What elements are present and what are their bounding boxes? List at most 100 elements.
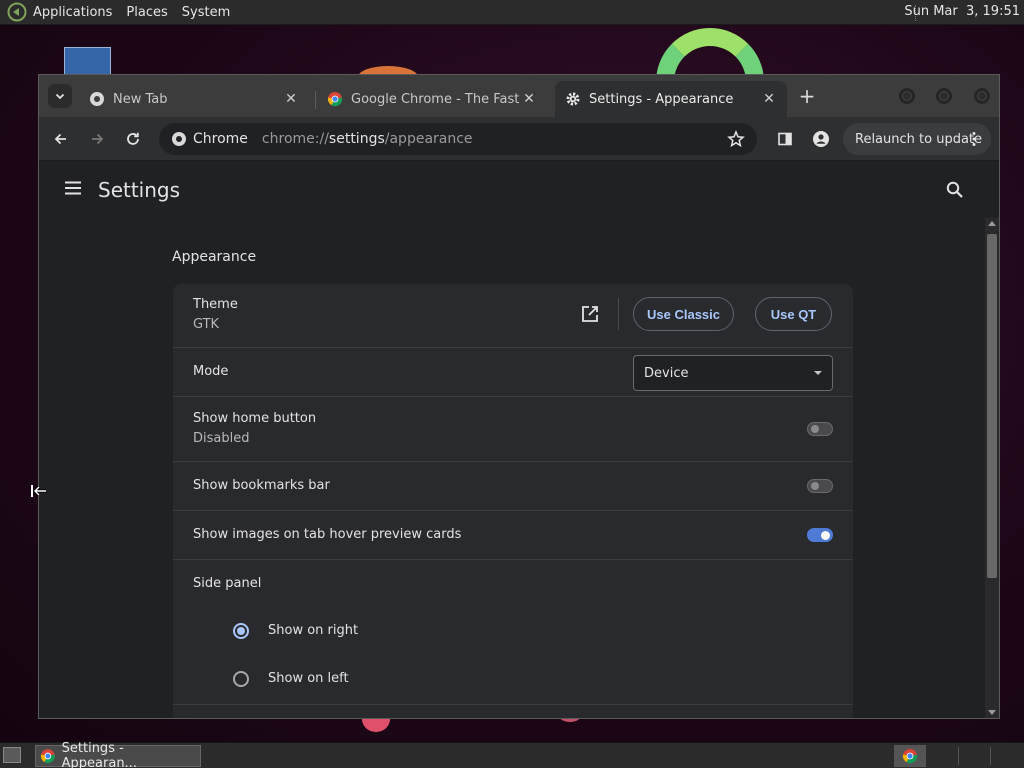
tray-separator bbox=[958, 747, 959, 765]
tab-title: Settings - Appearance bbox=[589, 91, 734, 107]
tab-search-button[interactable] bbox=[48, 84, 72, 108]
side-panel-icon bbox=[778, 132, 792, 146]
toggle-knob bbox=[811, 482, 819, 490]
reload-icon bbox=[127, 132, 139, 145]
scrollbar[interactable] bbox=[985, 218, 999, 718]
home-button-row[interactable]: Show home button Disabled bbox=[173, 397, 853, 462]
radio-label-show-on-right[interactable]: Show on right bbox=[268, 623, 358, 638]
scrollbar-thumb[interactable] bbox=[987, 234, 997, 578]
minimize-button[interactable] bbox=[899, 88, 915, 104]
more-vert-icon[interactable] bbox=[965, 130, 983, 148]
side-panel-row: Side panel Show on right Show on left bbox=[173, 560, 853, 705]
hover-cards-row[interactable]: Show images on tab hover preview cards bbox=[173, 511, 853, 560]
radio-show-on-right[interactable] bbox=[233, 623, 249, 639]
bookmarks-bar-row[interactable]: Show bookmarks bar bbox=[173, 462, 853, 511]
use-classic-button[interactable]: Use Classic bbox=[633, 297, 734, 331]
address-bar[interactable]: Chrome chrome://settings/appearance bbox=[159, 123, 757, 155]
relaunch-to-update-button[interactable]: Relaunch to update bbox=[843, 123, 991, 155]
home-button-status: Disabled bbox=[193, 431, 250, 446]
taskbar-window-button[interactable]: Settings - Appearan... bbox=[35, 741, 201, 768]
close-icon[interactable]: ✕ bbox=[761, 91, 777, 107]
mode-label: Mode bbox=[193, 364, 229, 379]
close-window-button[interactable] bbox=[974, 88, 990, 104]
places-menu[interactable]: Places bbox=[126, 5, 167, 20]
forward-button[interactable] bbox=[85, 127, 109, 151]
maximize-button[interactable] bbox=[936, 88, 952, 104]
radio-label-show-on-left[interactable]: Show on left bbox=[268, 671, 349, 686]
open-in-new-icon[interactable] bbox=[580, 304, 600, 324]
gear-icon bbox=[566, 92, 580, 106]
site-chip[interactable]: Chrome bbox=[159, 123, 262, 155]
tray-chrome-button[interactable] bbox=[894, 745, 926, 767]
url-scheme: chrome:// bbox=[261, 131, 329, 147]
url-host: settings bbox=[328, 131, 385, 147]
browser-window: New Tab ✕ Google Chrome - The Fast & Se … bbox=[38, 74, 1000, 719]
taskbar: Settings - Appearan... bbox=[0, 741, 1024, 768]
arrow-right-icon bbox=[92, 133, 104, 145]
tab-settings-appearance[interactable]: Settings - Appearance ✕ bbox=[555, 81, 787, 117]
section-title: Appearance bbox=[172, 249, 257, 265]
site-chip-label: Chrome bbox=[193, 131, 248, 147]
chrome-icon bbox=[172, 132, 186, 146]
mode-select[interactable]: Device bbox=[633, 355, 833, 391]
caret-down-icon bbox=[814, 371, 822, 375]
tab-title: Google Chrome - The Fast & Se bbox=[351, 91, 521, 107]
chrome-icon bbox=[327, 92, 343, 107]
relaunch-label: Relaunch to update bbox=[855, 131, 983, 147]
gnome-foot-icon[interactable] bbox=[7, 2, 27, 22]
hover-cards-toggle[interactable] bbox=[807, 528, 833, 542]
chrome-icon bbox=[40, 749, 55, 763]
arrow-left-icon bbox=[54, 133, 66, 145]
page-title: Settings bbox=[98, 178, 181, 202]
show-desktop-button[interactable] bbox=[3, 747, 21, 763]
toolbar: Chrome chrome://settings/appearance Rela… bbox=[39, 117, 999, 161]
url-path: /appearance bbox=[384, 131, 473, 147]
scroll-up-arrow[interactable] bbox=[988, 221, 996, 226]
system-menu[interactable]: System bbox=[182, 5, 230, 20]
mode-selected-value: Device bbox=[644, 365, 689, 381]
theme-row: Theme GTK Use Classic Use QT bbox=[173, 284, 853, 348]
toggle-knob bbox=[811, 425, 819, 433]
cursor-resize-icon bbox=[31, 485, 46, 497]
settings-page: Settings Appearance Theme GTK Use Classi… bbox=[39, 162, 999, 718]
radio-show-on-left[interactable] bbox=[233, 671, 249, 687]
hover-cards-label: Show images on tab hover preview cards bbox=[193, 527, 462, 542]
side-panel-button[interactable] bbox=[773, 127, 797, 151]
tray-separator bbox=[990, 747, 991, 765]
close-icon[interactable]: ✕ bbox=[521, 91, 537, 107]
tab-new-tab[interactable]: New Tab ✕ bbox=[79, 81, 309, 117]
theme-value: GTK bbox=[193, 317, 220, 332]
new-tab-button[interactable]: + bbox=[797, 86, 817, 106]
divider bbox=[618, 298, 619, 330]
profile-button[interactable] bbox=[809, 127, 833, 151]
bookmarks-bar-label: Show bookmarks bar bbox=[193, 478, 330, 493]
url-text[interactable]: chrome://settings/appearance bbox=[262, 131, 473, 147]
star-icon[interactable] bbox=[727, 130, 745, 148]
tab-google-chrome[interactable]: Google Chrome - The Fast & Se ✕ bbox=[317, 81, 547, 117]
home-button-label: Show home button bbox=[193, 411, 317, 426]
tab-strip: New Tab ✕ Google Chrome - The Fast & Se … bbox=[39, 75, 999, 117]
mode-row: Mode Device bbox=[173, 348, 853, 397]
chrome-icon bbox=[90, 92, 104, 106]
chevron-down-icon bbox=[55, 93, 65, 100]
use-qt-button[interactable]: Use QT bbox=[755, 297, 832, 331]
bookmarks-bar-toggle[interactable] bbox=[807, 479, 833, 493]
tab-title: New Tab bbox=[113, 91, 168, 107]
tab-separator bbox=[315, 91, 316, 109]
chrome-icon bbox=[902, 749, 918, 764]
back-button[interactable] bbox=[49, 127, 73, 151]
home-button-toggle[interactable] bbox=[807, 422, 833, 436]
reload-button[interactable] bbox=[121, 127, 145, 151]
theme-label: Theme bbox=[193, 297, 238, 312]
menu-icon[interactable] bbox=[63, 178, 83, 198]
close-icon[interactable]: ✕ bbox=[283, 91, 299, 107]
side-panel-label: Side panel bbox=[193, 576, 262, 591]
scroll-down-arrow[interactable] bbox=[988, 710, 996, 715]
top-panel: Applications Places System Sun Mar 3, 19… bbox=[0, 0, 1024, 25]
taskbar-window-label: Settings - Appearan... bbox=[61, 741, 137, 768]
search-icon[interactable] bbox=[945, 180, 965, 200]
clock[interactable]: Sun Mar 3, 19:51 bbox=[904, 4, 1020, 19]
settings-header: Settings bbox=[39, 162, 999, 218]
applications-menu[interactable]: Applications bbox=[33, 5, 112, 20]
desktop-icon[interactable] bbox=[64, 47, 111, 77]
